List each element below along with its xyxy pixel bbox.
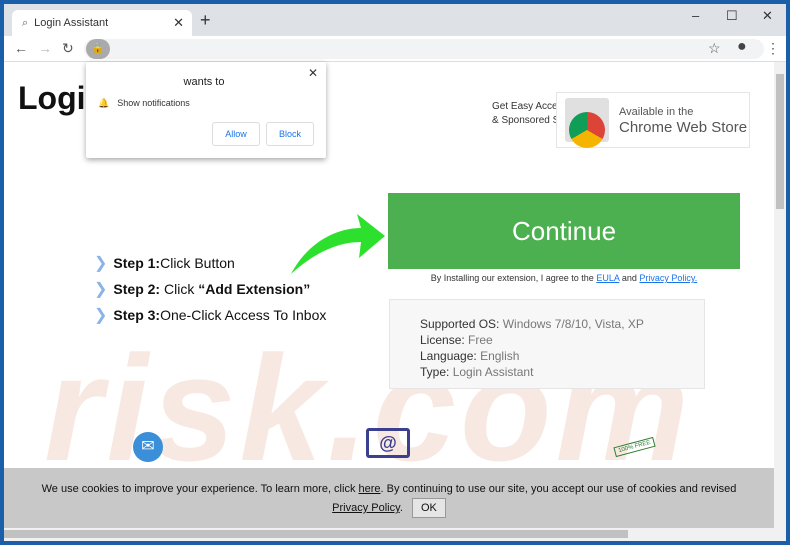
back-icon[interactable]: ← <box>14 40 28 56</box>
window-close-button[interactable]: ✕ <box>762 8 773 24</box>
step-1: ❯ Step 1: Click Button <box>94 255 235 272</box>
chevron-icon: ❯ <box>94 307 108 324</box>
new-tab-button[interactable]: + <box>200 10 211 31</box>
vertical-scrollbar[interactable] <box>774 62 786 528</box>
eula-link[interactable]: EULA <box>596 273 619 283</box>
info-box: Supported OS: Windows 7/8/10, Vista, XP … <box>389 299 705 389</box>
profile-icon[interactable]: ● <box>737 38 747 56</box>
lock-icon[interactable]: 🔒 <box>86 39 110 59</box>
allow-button[interactable]: Allow <box>212 122 260 146</box>
cws-line1: Available in the <box>619 106 694 118</box>
minimize-button[interactable]: ‒ <box>692 8 699 23</box>
address-bar[interactable] <box>84 39 764 59</box>
agreement-text: By Installing our extension, I agree to … <box>430 273 698 283</box>
notification-permission-popup: ✕ wants to 🔔 Show notifications Allow Blo… <box>86 62 326 158</box>
horizontal-scrollbar[interactable] <box>4 528 786 541</box>
permission-row: 🔔 Show notifications <box>98 98 190 108</box>
step-2: ❯ Step 2: Click “Add Extension” <box>94 281 311 298</box>
maximize-button[interactable]: ☐ <box>726 8 738 24</box>
bell-icon: 🔔 <box>98 98 110 108</box>
popup-heading: wants to <box>183 76 225 88</box>
reload-icon[interactable]: ↻ <box>62 40 74 57</box>
browser-window: ⌕ Login Assistant ✕ + ‒ ☐ ✕ ← → ↻ 🔒 ☆ ● … <box>4 4 786 541</box>
chevron-icon: ❯ <box>94 255 108 272</box>
chevron-icon: ❯ <box>94 281 108 298</box>
mail-icon: ✉ <box>133 432 163 462</box>
tab-login-assistant[interactable]: ⌕ Login Assistant ✕ <box>12 10 192 36</box>
search-icon: ⌕ <box>22 16 29 29</box>
steps-list: ❯ Step 1: Click Button ❯ Step 2: Click “Ad… <box>94 250 326 328</box>
block-button[interactable]: Block <box>266 122 314 146</box>
at-sign-icon: @ <box>366 428 410 458</box>
tab-close-icon[interactable]: ✕ <box>173 15 184 31</box>
privacy-link[interactable]: Privacy Policy. <box>639 273 697 283</box>
cookie-banner: We use cookies to improve your experienc… <box>4 468 774 528</box>
forward-icon[interactable]: → <box>38 40 52 56</box>
menu-icon[interactable]: ⋮ <box>766 40 780 57</box>
toolbar: ← → ↻ 🔒 ☆ ● ⋮ <box>4 36 786 62</box>
chrome-web-store-badge[interactable]: Available in the Chrome Web Store <box>556 92 750 148</box>
bookmark-star-icon[interactable]: ☆ <box>708 40 721 57</box>
tab-bar: ⌕ Login Assistant ✕ + ‒ ☐ ✕ <box>4 4 786 36</box>
cookie-here-link[interactable]: here <box>359 483 381 495</box>
cookie-ok-button[interactable]: OK <box>411 498 446 518</box>
tab-title: Login Assistant <box>34 17 109 29</box>
promo-text: Get Easy Acces & Sponsored S <box>492 101 556 126</box>
step-3: ❯ Step 3: One-Click Access To Inbox <box>94 307 327 324</box>
chrome-store-icon <box>565 98 609 148</box>
cws-line2: Chrome Web Store <box>619 119 748 136</box>
cookie-privacy-link[interactable]: Privacy Policy <box>332 502 400 514</box>
continue-button[interactable]: Continue <box>388 193 740 269</box>
